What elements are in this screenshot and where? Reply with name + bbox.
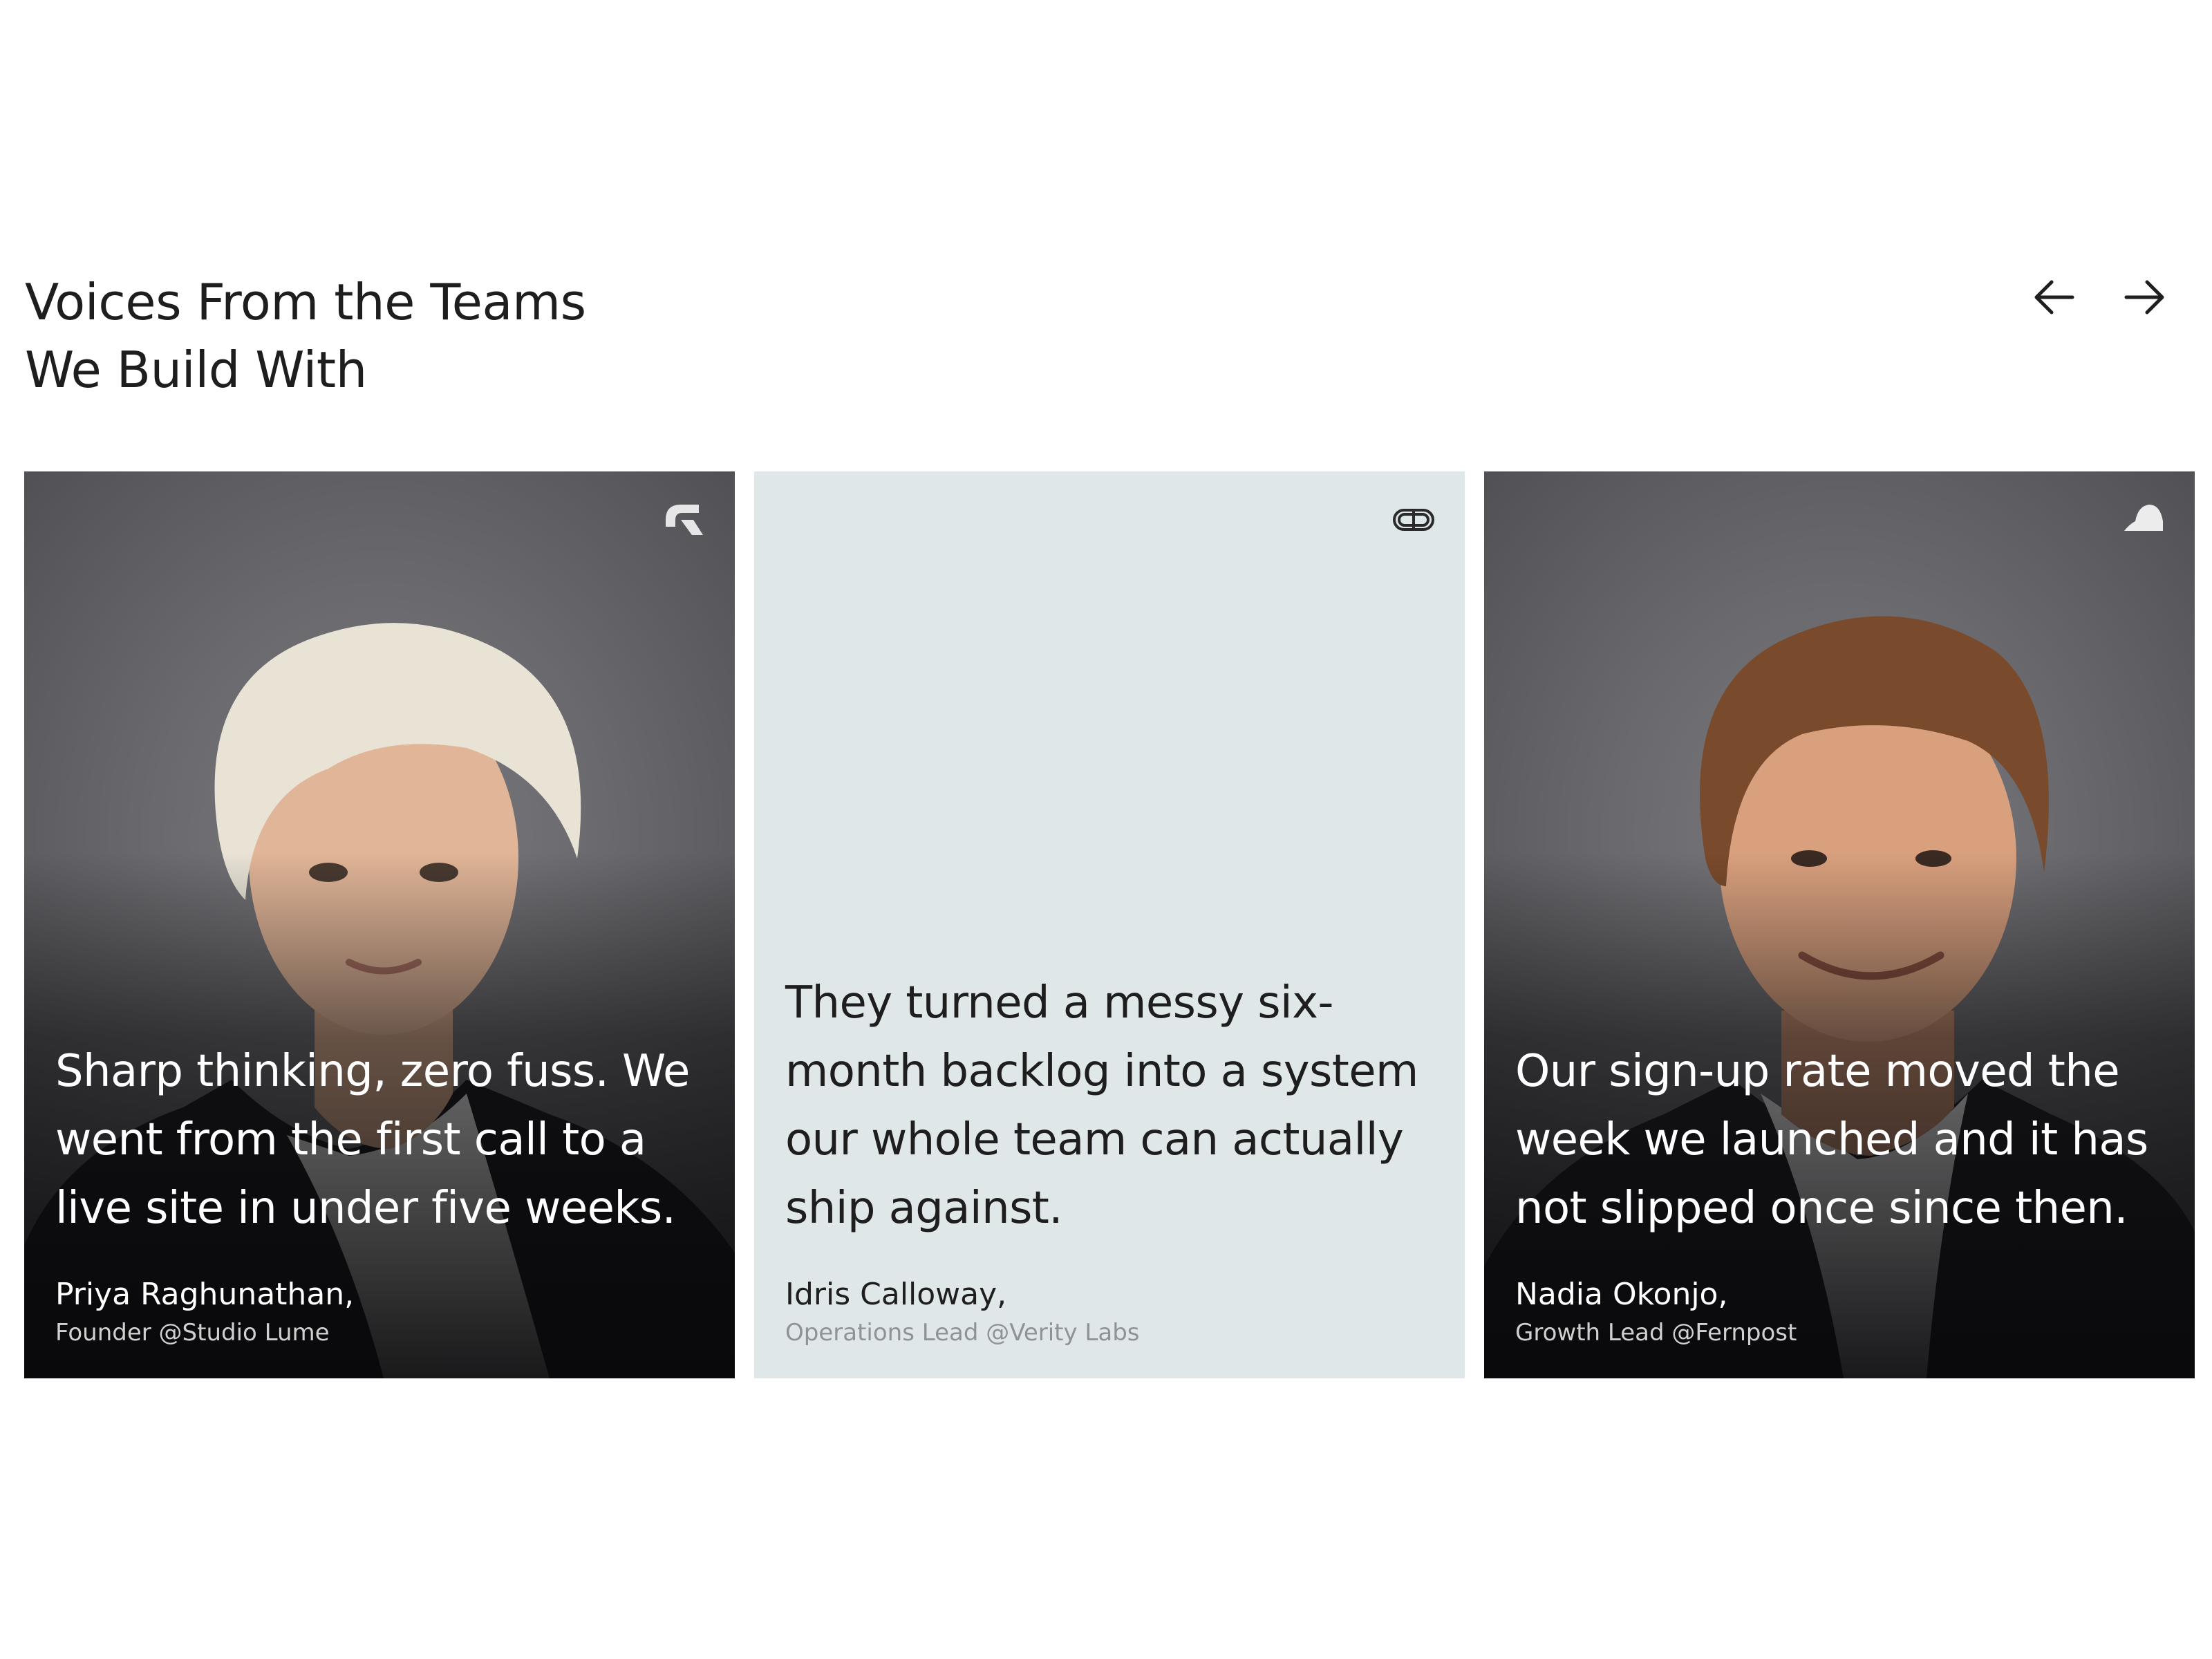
section-title-line-2: We Build With (25, 341, 367, 399)
arrow-left-icon (2034, 280, 2074, 315)
author-name: Idris Calloway, (785, 1277, 1007, 1312)
author-role: Founder @Studio Lume (55, 1319, 330, 1347)
carousel-nav (2028, 271, 2171, 324)
fernpost-logo-icon (2120, 496, 2167, 543)
author-role: Operations Lead @Verity Labs (785, 1319, 1140, 1347)
testimonial-card-priya[interactable]: Sharp thinking, zero fuss. We went from … (24, 471, 735, 1378)
author-name: Priya Raghunathan, (55, 1277, 355, 1312)
testimonial-card-nadia[interactable]: Our sign-up rate moved the week we launc… (1484, 471, 2195, 1378)
arrow-right-icon (2124, 280, 2164, 315)
testimonial-quote: Sharp thinking, zero fuss. We went from … (55, 1046, 690, 1234)
testimonials-section: Voices From the Teams We Build With Shar… (0, 0, 2212, 1659)
testimonial-quote: Our sign-up rate moved the week we launc… (1515, 1046, 2148, 1234)
testimonial-content: Sharp thinking, zero fuss. We went from … (55, 1038, 693, 1351)
author-role: Growth Lead @Fernpost (1515, 1319, 1797, 1347)
testimonial-card-idris[interactable]: They turned a messy six-month backlog in… (754, 471, 1465, 1378)
testimonial-quote: They turned a messy six-month backlog in… (785, 977, 1418, 1234)
author-name: Nadia Okonjo, (1515, 1277, 1728, 1312)
testimonial-content: They turned a messy six-month backlog in… (785, 969, 1423, 1351)
studio-lume-logo-icon (660, 496, 707, 543)
section-title-line-1: Voices From the Teams (25, 273, 586, 331)
section-title: Voices From the Teams We Build With (25, 268, 716, 404)
testimonial-carousel: Sharp thinking, zero fuss. We went from … (24, 471, 2195, 1378)
next-button[interactable] (2118, 271, 2171, 324)
testimonial-content: Our sign-up rate moved the week we launc… (1515, 1038, 2153, 1351)
previous-button[interactable] (2028, 271, 2081, 324)
verity-labs-logo-icon (1390, 496, 1437, 543)
